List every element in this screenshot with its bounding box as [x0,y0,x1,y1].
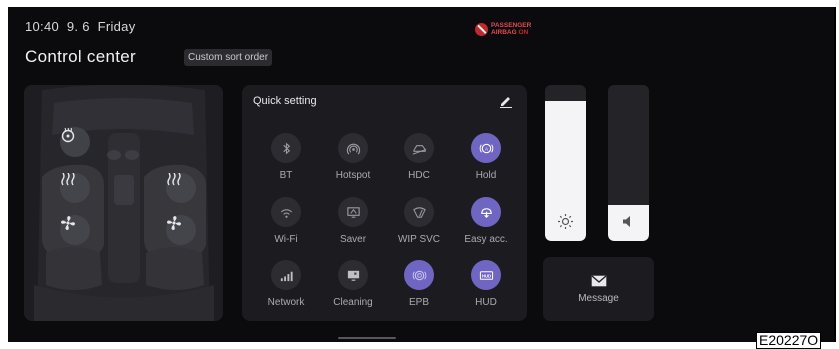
airbag-line1: PASSENGER [491,22,532,29]
qs-label: HUD [475,297,497,308]
airbag-state: ON [518,29,529,36]
hdc-icon [412,144,426,155]
edit-icon[interactable] [499,94,513,108]
status-time: 10:40 [25,19,60,34]
volume-icon [623,216,630,227]
hud-icon: HUD [479,270,493,280]
qs-cleaning[interactable]: Cleaning [324,260,382,308]
qs-label: WIP SVC [397,234,441,245]
qs-label: Saver [339,234,367,245]
brightness-slider[interactable] [545,85,586,241]
heated-steering-wheel-icon [61,127,75,143]
steering-heat-button[interactable] [60,127,90,157]
screen-saver-icon [346,206,360,218]
qs-bt[interactable]: BT [257,133,315,181]
message-button[interactable]: Message [543,257,654,321]
passenger-seat-ventilation-button[interactable] [166,215,196,245]
svg-text:A: A [485,146,488,151]
qs-label: BT [279,170,293,181]
qs-hdc[interactable]: HDC [390,133,448,181]
qs-label: HDC [408,170,430,181]
qs-label: EPB [408,297,429,308]
volume-slider[interactable] [608,85,649,241]
message-label: Message [578,293,619,304]
status-day: Friday [97,19,136,34]
wiper-service-icon [412,206,426,218]
qs-hud[interactable]: HUD HUD [457,260,515,308]
network-signal-icon [280,271,293,281]
airbag-line2: AIRBAG [491,29,517,36]
qs-hotspot[interactable]: Hotspot [324,133,382,181]
qs-network[interactable]: Network [257,260,315,308]
page-title: Control center [25,47,136,66]
envelope-icon [591,275,607,287]
qs-wip-svc[interactable]: WIP SVC [390,197,448,245]
passenger-airbag-indicator: PASSENGER AIRBAG ON [475,22,531,36]
driver-seat-heat-button[interactable] [60,173,90,203]
qs-label: Hold [475,170,497,181]
qs-wifi[interactable]: Wi-Fi [257,197,315,245]
custom-sort-order-button[interactable]: Custom sort order [184,49,273,66]
auto-hold-icon: A [479,143,493,153]
passenger-seat-heat-button[interactable] [166,173,196,203]
fan-icon [167,216,181,230]
control-center-screen: 10:40 9. 6 Friday PASSENGER AIRBAG ON Co… [8,7,836,342]
seat-heat-icon [167,173,181,186]
hotspot-icon [346,143,360,154]
brightness-icon [558,214,573,229]
figure-code: E20227O [756,332,822,349]
home-indicator[interactable] [338,337,396,339]
quick-setting-panel: Quick setting BT Hotspot HDC A Hold Wi-F… [242,85,527,321]
svg-text:HUD: HUD [481,273,490,278]
fan-icon [61,216,75,230]
status-bar-datetime: 10:40 9. 6 Friday [25,19,136,34]
status-date: 9. 6 [66,19,90,34]
qs-easy-access[interactable]: Easy acc. [457,197,515,245]
quick-setting-title: Quick setting [253,95,317,107]
parking-brake-icon [412,270,426,280]
qs-label: Network [267,297,305,308]
wifi-icon [280,208,292,218]
qs-label: Hotspot [335,170,371,181]
airbag-off-icon [475,22,488,36]
qs-label: Wi-Fi [274,234,298,245]
screen-cleaning-icon [347,270,359,281]
driver-seat-ventilation-button[interactable] [60,215,90,245]
qs-label: Easy acc. [464,234,508,245]
car-interior-illustration [24,85,223,321]
qs-saver[interactable]: Saver [324,197,382,245]
seat-heat-icon [61,173,75,186]
qs-hold[interactable]: A Hold [457,133,515,181]
cabin-climate-panel [24,85,223,321]
qs-label: Cleaning [333,297,373,308]
easy-access-icon [480,207,492,218]
qs-epb[interactable]: EPB [390,260,448,308]
bluetooth-icon [282,142,290,154]
